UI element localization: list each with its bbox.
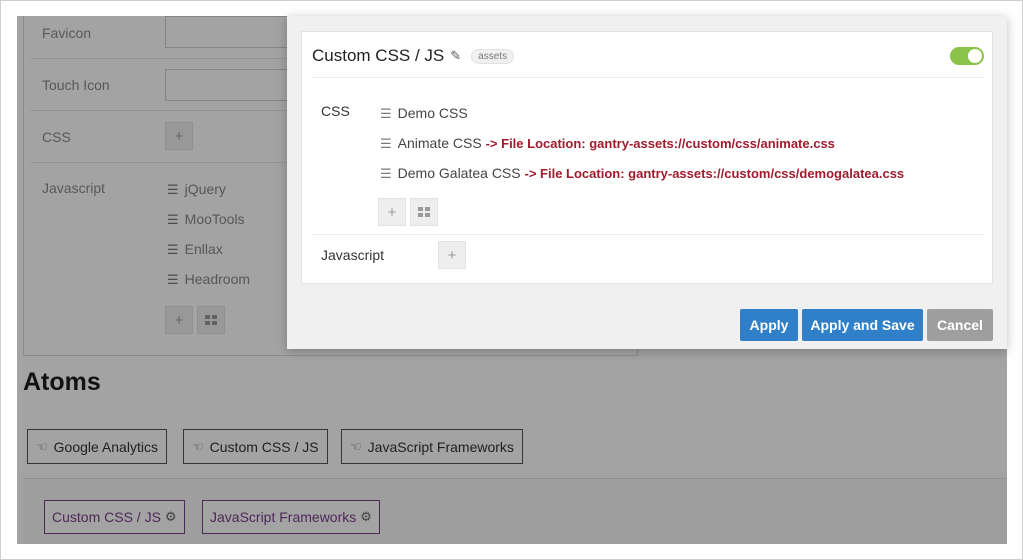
plus-icon: + <box>447 246 457 264</box>
modal-content-card: Custom CSS / JS ✎ assets CSS ☰ Demo CSS ☰… <box>301 31 993 284</box>
css-item-location: -> File Location: gantry-assets://custom… <box>485 136 835 151</box>
drag-handle-icon: ☰ <box>380 136 392 151</box>
css-item[interactable]: ☰ Demo Galatea CSS -> File Location: gant… <box>380 165 904 182</box>
cancel-button[interactable]: Cancel <box>927 309 993 341</box>
enabled-toggle[interactable] <box>950 47 984 65</box>
divider <box>312 234 984 235</box>
css-item-location: -> File Location: gantry-assets://custom… <box>524 166 905 181</box>
css-item[interactable]: ☰ Animate CSS -> File Location: gantry-as… <box>380 135 835 152</box>
add-js-button[interactable]: + <box>438 241 466 269</box>
css-label: CSS <box>321 103 350 119</box>
css-item-name: Demo CSS <box>397 105 468 121</box>
css-item-name: Demo Galatea CSS <box>397 165 521 181</box>
pencil-icon[interactable]: ✎ <box>450 48 461 64</box>
apply-and-save-button[interactable]: Apply and Save <box>802 309 923 341</box>
drag-handle-icon: ☰ <box>380 106 392 121</box>
toggle-knob <box>968 49 982 63</box>
add-css-button[interactable]: + <box>378 198 406 226</box>
drag-handle-icon: ☰ <box>380 166 392 181</box>
assets-badge: assets <box>471 48 515 64</box>
javascript-label: Javascript <box>321 247 385 263</box>
css-item-name: Animate CSS <box>397 135 482 151</box>
add-css-block-button[interactable] <box>410 198 438 226</box>
apply-button[interactable]: Apply <box>740 309 798 341</box>
modal-title: Custom CSS / JS ✎ assets <box>312 46 515 66</box>
atom-settings-modal: Custom CSS / JS ✎ assets CSS ☰ Demo CSS ☰… <box>287 16 1007 349</box>
css-item[interactable]: ☰ Demo CSS <box>380 105 468 122</box>
grid-icon <box>418 207 430 217</box>
divider <box>312 77 984 78</box>
plus-icon: + <box>387 203 397 221</box>
modal-title-text: Custom CSS / JS <box>312 46 445 65</box>
